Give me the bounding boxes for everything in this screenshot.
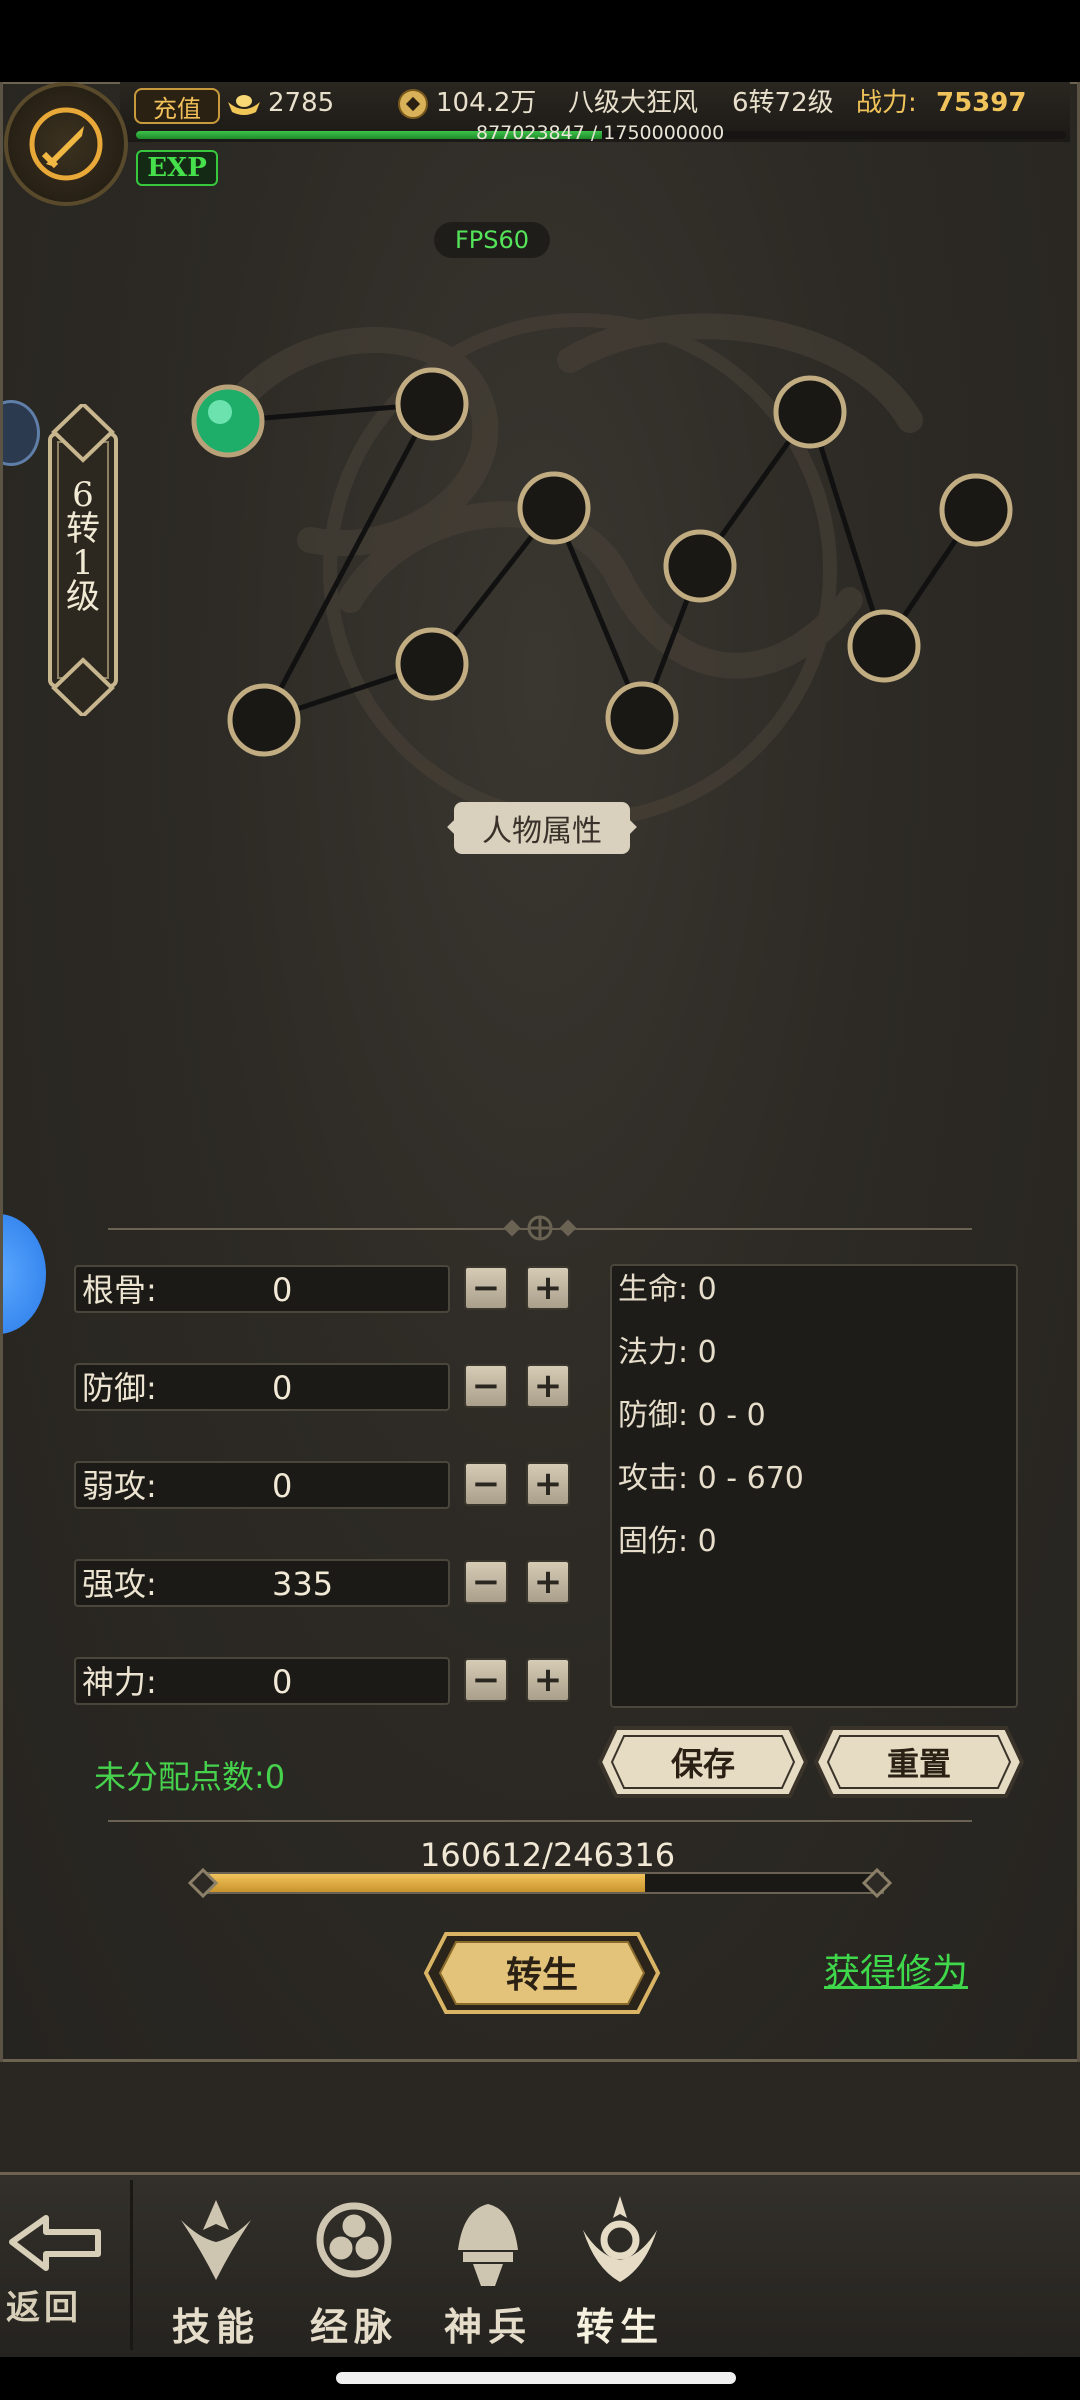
increase-button[interactable]: + [526, 1266, 570, 1310]
tab-meridians[interactable]: 经脉 [294, 2190, 414, 2354]
graph-node[interactable] [517, 471, 591, 545]
graph-node[interactable] [395, 627, 469, 701]
graph-node[interactable] [395, 367, 469, 441]
recharge-button[interactable]: 充值 [134, 88, 220, 124]
stat-row-divine-power: 神力: 0 [74, 1657, 450, 1705]
graph-node[interactable] [939, 473, 1013, 547]
graph-node[interactable] [847, 609, 921, 683]
graph-node[interactable] [227, 683, 301, 757]
result-defense: 防御: 0 - 0 [618, 1398, 766, 1433]
power-label: 战力: [856, 88, 917, 118]
decrease-button[interactable]: − [464, 1266, 508, 1310]
rebirth-progress-text: 160612/246316 [420, 1836, 676, 1874]
increase-button[interactable]: + [526, 1364, 570, 1408]
attribute-result-panel: 生命: 0 法力: 0 防御: 0 - 0 攻击: 0 - 670 固伤: 0 [610, 1264, 1018, 1708]
stat-row-strong-attack: 强攻: 335 [74, 1559, 450, 1607]
increase-button[interactable]: + [526, 1462, 570, 1506]
result-mp: 法力: 0 [618, 1335, 717, 1370]
graph-node[interactable] [773, 375, 847, 449]
stat-row-root: 根骨: 0 [74, 1265, 450, 1313]
stat-value: 335 [272, 1565, 334, 1603]
player-rank: 八级大狂风 [568, 88, 699, 118]
stat-row-defense: 防御: 0 [74, 1363, 450, 1411]
tab-divine-weapon[interactable]: 神兵 [428, 2190, 548, 2354]
stat-name: 强攻: [82, 1565, 157, 1603]
decrease-button[interactable]: − [464, 1658, 508, 1702]
graph-node[interactable] [663, 529, 737, 603]
decrease-button[interactable]: − [464, 1462, 508, 1506]
result-attack: 攻击: 0 - 670 [618, 1461, 804, 1496]
graph-edge [807, 411, 887, 647]
tab-label: 经脉 [309, 2304, 398, 2349]
fps-counter: FPS60 [434, 222, 550, 258]
coin-icon [398, 89, 428, 119]
graph-node-active[interactable] [191, 384, 265, 458]
rebirth-button[interactable]: 转生 [422, 1936, 662, 2008]
skill-icon [181, 2200, 251, 2280]
exp-text: 877023847 / 1750000000 [476, 122, 725, 144]
decrease-button[interactable]: − [464, 1560, 508, 1604]
gain-cultivation-link[interactable]: 获得修为 [824, 1952, 968, 1994]
nav-separator [130, 2180, 133, 2350]
player-level: 6转72级 [732, 88, 834, 118]
rebirth-icon [583, 2196, 657, 2282]
tab-label: 技能 [171, 2304, 260, 2349]
rebirth-node-graph [191, 367, 1013, 757]
progress-cap-left [188, 1867, 218, 1899]
bottom-strip [0, 2062, 1080, 2172]
stat-name: 弱攻: [82, 1467, 157, 1505]
ingot-count: 2785 [268, 88, 335, 118]
exp-badge: EXP [136, 150, 218, 186]
power-value: 75397 [936, 88, 1027, 118]
back-arrow-icon [9, 2215, 101, 2271]
stat-name: 神力: [82, 1663, 157, 1701]
tab-rebirth[interactable]: 转生 [560, 2190, 680, 2354]
stat-name: 根骨: [82, 1271, 157, 1309]
graph-node[interactable] [605, 681, 679, 755]
stat-name: 防御: [82, 1369, 157, 1407]
tab-skills[interactable]: 技能 [156, 2190, 276, 2354]
section-tag: 人物属性 [454, 802, 630, 854]
divider-ornament [503, 1215, 577, 1241]
weapon-icon [458, 2204, 518, 2286]
tab-label: 神兵 [443, 2304, 532, 2349]
home-indicator[interactable] [336, 2372, 736, 2384]
increase-button[interactable]: + [526, 1560, 570, 1604]
tab-label: 转生 [575, 2304, 664, 2349]
stat-value: 0 [272, 1369, 293, 1407]
back-label: 返回 [6, 2288, 82, 2328]
ingot-icon [228, 95, 260, 115]
result-hp: 生命: 0 [618, 1272, 717, 1307]
coin-count: 104.2万 [436, 88, 537, 118]
divider [108, 1820, 972, 1822]
sword-icon [29, 107, 103, 181]
stat-row-weak-attack: 弱攻: 0 [74, 1461, 450, 1509]
reset-button[interactable]: 重置 [812, 1726, 1026, 1798]
increase-button[interactable]: + [526, 1658, 570, 1702]
stat-value: 0 [272, 1271, 293, 1309]
stat-value: 0 [272, 1467, 293, 1505]
back-button[interactable]: 返回 [6, 2212, 116, 2332]
decrease-button[interactable]: − [464, 1364, 508, 1408]
progress-cap-right [862, 1867, 892, 1899]
save-button[interactable]: 保存 [596, 1726, 810, 1798]
unallocated-points: 未分配点数:0 [94, 1758, 286, 1796]
meridian-icon [316, 2202, 392, 2278]
stat-value: 0 [272, 1663, 293, 1701]
avatar[interactable] [4, 82, 128, 206]
result-fixed-damage: 固伤: 0 [618, 1524, 717, 1559]
rebirth-progress-bar [200, 1872, 884, 1894]
